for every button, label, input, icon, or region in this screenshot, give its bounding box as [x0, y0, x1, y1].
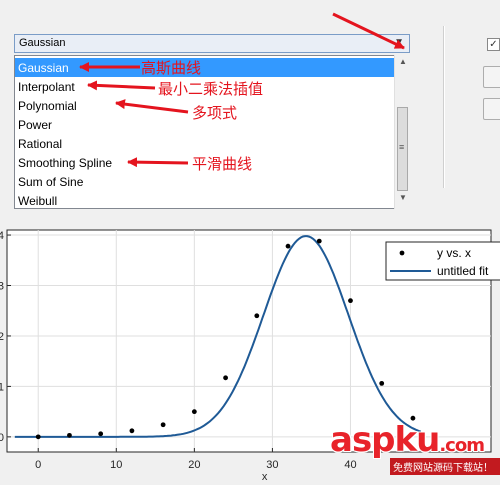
option-label: Sum of Sine: [18, 175, 84, 189]
option-weibull[interactable]: Weibull: [15, 191, 395, 208]
option-label: Polynomial: [18, 99, 77, 113]
y-tick-label: 2: [0, 331, 4, 343]
side-button[interactable]: [483, 98, 500, 120]
watermark-logo: aspku.com: [330, 420, 485, 460]
legend-label-fit: untitled fit: [437, 264, 489, 278]
checkbox[interactable]: ✓: [487, 38, 500, 51]
scrollbar-thumb[interactable]: ≡: [397, 107, 408, 191]
data-point: [348, 298, 353, 304]
annotation-interpolant: 最小二乘法插值: [158, 80, 264, 98]
annotation-smoothing-spline: 平滑曲线: [192, 155, 253, 173]
watermark-tld: .com: [439, 435, 485, 456]
y-tick-label: 3: [0, 281, 4, 293]
data-point: [191, 409, 197, 415]
side-button[interactable]: [483, 66, 500, 88]
fit-type-dropdown[interactable]: Gaussian ▼: [14, 34, 410, 53]
option-label: Weibull: [18, 194, 58, 208]
option-label: Interpolant: [18, 80, 75, 94]
data-point: [98, 431, 104, 437]
option-gaussian[interactable]: Gaussian: [15, 58, 395, 77]
legend-marker-points: [399, 250, 405, 256]
y-tick-label: 4: [0, 230, 4, 242]
x-tick-label: 40: [344, 459, 356, 471]
data-point: [285, 243, 291, 249]
x-tick-label: 20: [188, 459, 200, 471]
options-scrollbar[interactable]: ▲ ≡ ▼: [394, 55, 410, 209]
legend-label-points: y vs. x: [437, 246, 471, 260]
y-tick-label: 0: [0, 432, 4, 444]
annotation-polynomial: 多项式: [192, 104, 238, 122]
dropdown-arrow-icon[interactable]: ▼: [394, 37, 404, 48]
curve-fitting-panel: Gaussian ▼ Gaussian Interpolant Polynomi…: [0, 0, 500, 212]
annotation-gaussian: 高斯曲线: [141, 59, 202, 77]
option-label: Smoothing Spline: [18, 156, 113, 170]
option-label: Rational: [18, 137, 63, 151]
legend: y vs. x untitled fit: [385, 241, 500, 281]
option-label: Gaussian: [18, 61, 69, 75]
data-point: [160, 422, 166, 428]
x-tick-label: 0: [35, 459, 41, 471]
scroll-up-icon[interactable]: ▲: [397, 57, 409, 71]
data-point: [35, 434, 41, 440]
watermark-brand: aspku: [330, 420, 440, 460]
data-point: [129, 428, 135, 434]
option-rational[interactable]: Rational: [15, 134, 395, 153]
y-tick-label: 1: [0, 381, 4, 393]
data-point: [316, 238, 322, 244]
panel-divider-highlight: [444, 26, 445, 188]
grip-icon: ≡: [399, 142, 405, 152]
x-axis-label: x: [262, 471, 268, 480]
x-tick-label: 10: [110, 459, 122, 471]
fit-type-selected-value: Gaussian: [19, 37, 66, 49]
data-point: [67, 432, 72, 438]
x-tick-label: 30: [266, 459, 278, 471]
data-point: [379, 380, 385, 386]
scroll-down-icon[interactable]: ▼: [397, 193, 409, 207]
data-point: [223, 375, 228, 381]
option-sum-of-sine[interactable]: Sum of Sine: [15, 172, 395, 191]
watermark-tagline: 免费网站源码下载站！: [390, 458, 500, 475]
data-point: [254, 313, 260, 319]
option-label: Power: [18, 118, 53, 132]
